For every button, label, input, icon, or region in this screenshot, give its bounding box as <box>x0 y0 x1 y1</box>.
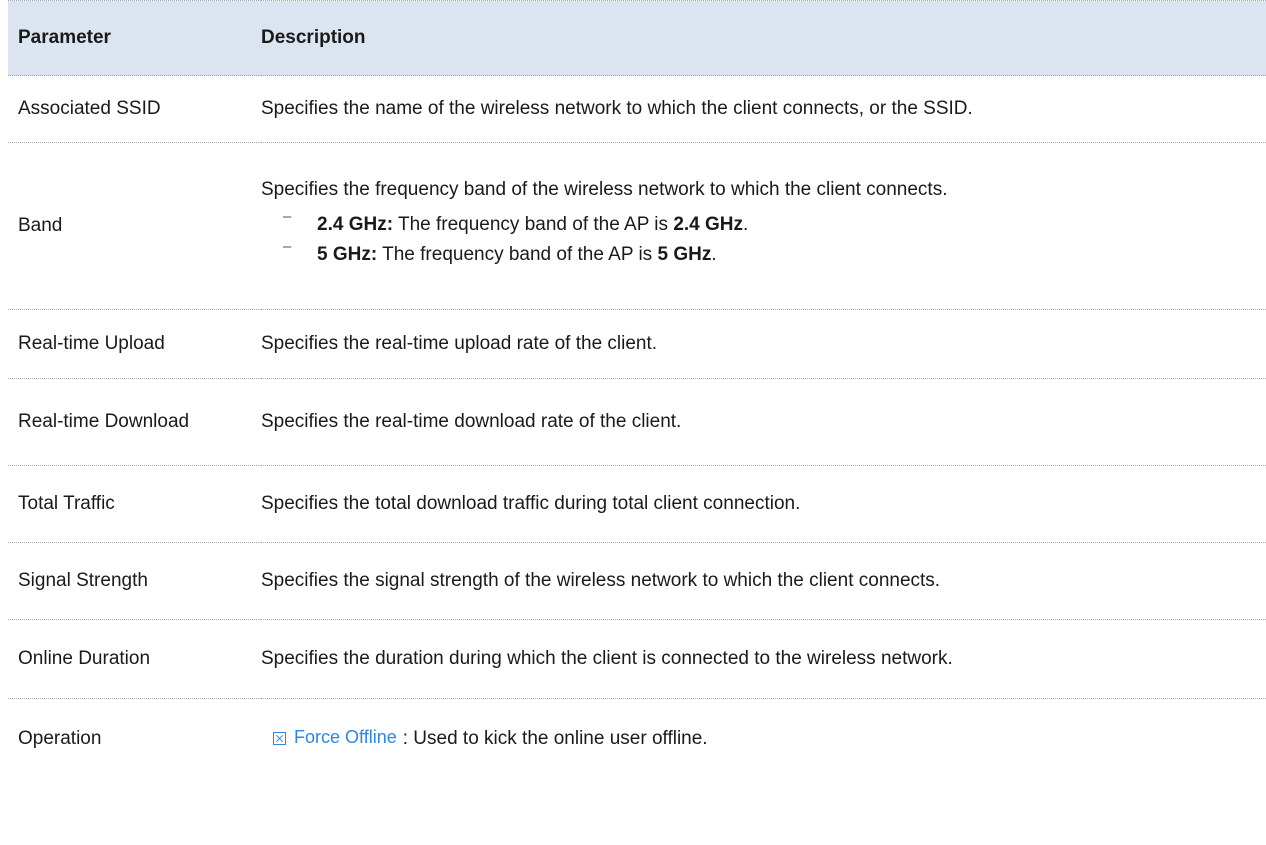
table-row: Signal Strength Specifies the signal str… <box>8 542 1266 620</box>
force-offline-label: Force Offline <box>294 727 397 748</box>
parameter-name: Signal Strength <box>8 542 261 620</box>
parameter-description: Specifies the duration during which the … <box>261 619 1266 699</box>
table-row: Operation Force Offline : Used to kick t… <box>8 699 1266 780</box>
operation-description: : Used to kick the online user offline. <box>402 728 708 750</box>
dash-bullet: – <box>283 238 292 256</box>
band-intro-text: Specifies the frequency band of the wire… <box>261 178 948 200</box>
parameter-name: Operation <box>18 727 102 749</box>
dash-bullet: – <box>283 207 292 225</box>
parameter-description: Specifies the total download traffic dur… <box>261 465 1266 543</box>
parameter-name: Total Traffic <box>8 465 261 543</box>
force-offline-button[interactable]: Force Offline <box>273 726 397 749</box>
parameter-name: Real-time Upload <box>8 309 261 379</box>
table-row: Online Duration Specifies the duration d… <box>8 619 1266 699</box>
list-item: – 2.4 GHz: The frequency band of the AP … <box>283 208 1266 238</box>
band-option-value: 5 GHz <box>657 244 712 266</box>
band-option-suffix: . <box>711 244 717 266</box>
close-box-icon <box>273 731 286 745</box>
band-option-text: The frequency band of the AP is <box>393 213 674 235</box>
band-option-text: The frequency band of the AP is <box>377 244 658 266</box>
parameter-table: Parameter Description Associated SSID Sp… <box>8 0 1266 780</box>
band-option-suffix: . <box>743 213 749 235</box>
column-header-parameter: Parameter <box>8 0 261 76</box>
parameter-name: Associated SSID <box>8 75 261 143</box>
table-row: Real-time Download Specifies the real-ti… <box>8 378 1266 466</box>
parameter-description: Specifies the frequency band of the wire… <box>261 142 1266 310</box>
band-options-list: – 2.4 GHz: The frequency band of the AP … <box>261 208 1266 268</box>
table-header: Parameter Description <box>8 0 1266 76</box>
table-row: Real-time Upload Specifies the real-time… <box>8 309 1266 379</box>
band-option-value: 2.4 GHz <box>673 213 744 235</box>
list-item: – 5 GHz: The frequency band of the AP is… <box>283 238 1266 268</box>
parameter-description: Specifies the signal strength of the wir… <box>261 542 1266 620</box>
band-option-label: 2.4 GHz: <box>317 213 394 235</box>
parameter-name: Band <box>8 142 261 310</box>
table-row: Total Traffic Specifies the total downlo… <box>8 465 1266 543</box>
parameter-description: Specifies the real-time download rate of… <box>261 378 1266 466</box>
parameter-description: Specifies the real-time upload rate of t… <box>261 309 1266 379</box>
parameter-name: Real-time Download <box>8 378 261 466</box>
table-row: Associated SSID Specifies the name of th… <box>8 75 1266 143</box>
table-header-row: Parameter Description <box>8 0 1266 76</box>
band-option-label: 5 GHz: <box>317 244 378 266</box>
parameter-name: Online Duration <box>8 619 261 699</box>
table-row: Band Specifies the frequency band of the… <box>8 142 1266 310</box>
table-body: Associated SSID Specifies the name of th… <box>8 75 1266 780</box>
parameter-description: Specifies the name of the wireless netwo… <box>261 75 1266 143</box>
parameter-description: Force Offline : Used to kick the online … <box>261 699 1266 780</box>
column-header-description: Description <box>261 0 1266 76</box>
